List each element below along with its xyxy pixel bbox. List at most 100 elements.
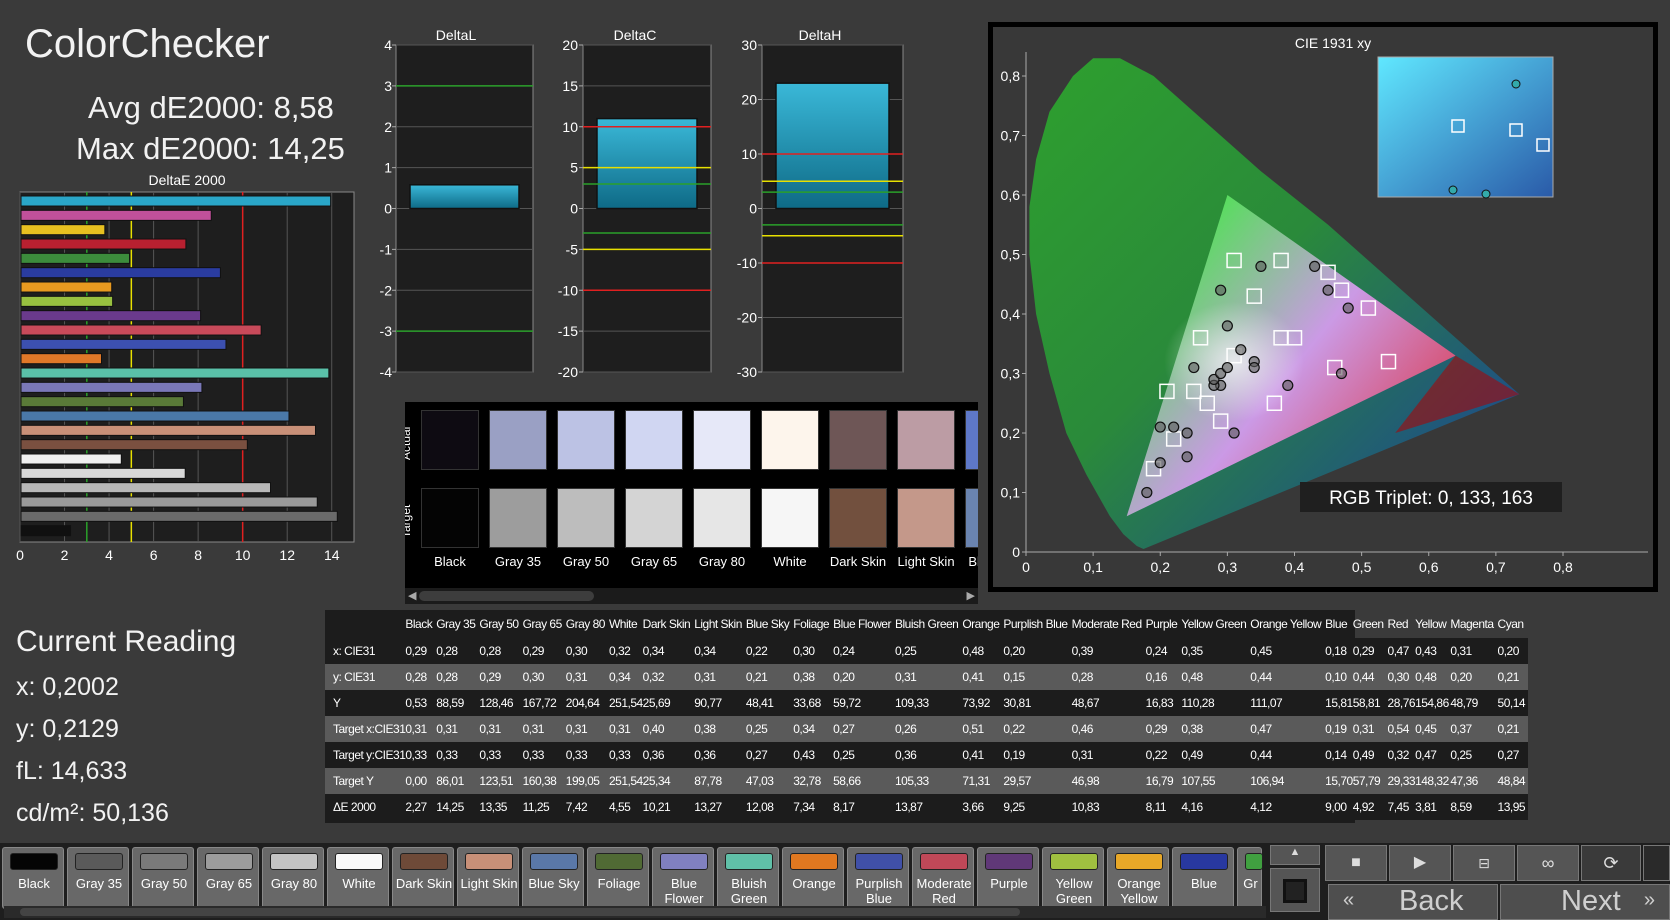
table-cell: 8,17 [833, 794, 895, 820]
patch-color-chip [75, 853, 123, 870]
next-chevron-icon: » [1643, 889, 1655, 911]
cie-y-tick: 0,2 [1001, 425, 1021, 441]
reading-fl: fL: 14,633 [16, 757, 128, 785]
patch-button[interactable]: White [327, 847, 389, 909]
scroll-left-icon[interactable]: ◀ [408, 589, 416, 602]
swatch-scroll-thumb[interactable] [419, 591, 594, 601]
deltae-bar [20, 338, 227, 350]
table-cell: 58,66 [833, 768, 895, 794]
column-header: Foliage [793, 617, 830, 631]
deltae-bar [20, 310, 202, 322]
table-cell: 0,34 [608, 664, 643, 690]
patch-scroll-thumb[interactable] [20, 908, 1020, 916]
patch-button[interactable]: Blue Sky [522, 847, 584, 909]
patch-button[interactable]: Dark Skin [392, 847, 454, 909]
table-cell: 0,24 [1145, 638, 1182, 664]
patch-button[interactable]: Bluish Green [717, 847, 779, 909]
patch-button[interactable]: Light Skin [457, 847, 519, 909]
deltae-bar [20, 525, 72, 537]
table-cell: 3,81 [1415, 794, 1451, 820]
table-cell: 0,37 [1450, 716, 1498, 742]
delta-chart-title: DeltaH [799, 27, 842, 43]
table-cell: 0,38 [694, 716, 746, 742]
actual-swatch [829, 410, 887, 470]
swatch-scrollbar[interactable]: ◀ ▶ [405, 588, 978, 604]
table-cell: 107,55 [1181, 768, 1251, 794]
table-cell: 32,78 [793, 768, 834, 794]
actual-marker [1255, 260, 1267, 272]
table-row: Y 0,53 88,59 128,46 167,72 204,64 251,54 25,69 9… [325, 690, 1528, 716]
patch-button[interactable]: Gray 50 [132, 847, 194, 909]
table-cell: 0,32 [642, 664, 695, 690]
delta-y-tick: 15 [562, 78, 578, 94]
table-cell: 0,44 [1250, 664, 1326, 690]
patch-button[interactable]: Gr [1237, 847, 1263, 909]
stop-icon: ■ [1351, 854, 1361, 871]
patch-scrollbar[interactable] [4, 906, 1266, 918]
deltae-x-tick: 2 [61, 547, 69, 563]
refresh-icon: ⟳ [1603, 853, 1619, 873]
patch-button[interactable]: Foliage [587, 847, 649, 909]
table-cell: 0,29 [522, 638, 566, 664]
patch-label: Moderate Red [916, 876, 972, 906]
white-point-glow [1164, 301, 1305, 422]
scroll-right-icon[interactable]: ▶ [967, 589, 975, 602]
table-row: Target Y 0,00 86,01 123,51 160,38 199,05 251,5… [325, 768, 1528, 794]
deltae-bar [20, 381, 203, 393]
table-cell: 4,12 [1250, 794, 1326, 820]
patch-button[interactable]: Gray 65 [197, 847, 259, 909]
table-cell: 0,29 [1145, 716, 1182, 742]
step-icon: ⊟ [1478, 855, 1490, 871]
patch-button[interactable]: Orange Yellow [1107, 847, 1169, 909]
delta-y-tick: -1 [380, 241, 392, 257]
cie-x-tick: 0,6 [1419, 559, 1439, 575]
patch-button[interactable]: Moderate Red [912, 847, 974, 909]
stop-button[interactable]: ■ [1325, 845, 1387, 881]
table-cell: 3,66 [962, 794, 1004, 820]
table-cell: 0,18 [1325, 638, 1353, 664]
patch-label: Foliage [597, 876, 641, 891]
column-header: Gray 65 [522, 617, 563, 631]
delta-bar [409, 184, 520, 210]
swatch-label: Light Skin [897, 554, 955, 569]
table-cell: 14,25 [436, 794, 480, 820]
table-cell: 0,40 [642, 716, 695, 742]
patch-label: Blue [1190, 876, 1218, 891]
record-button[interactable] [1643, 845, 1670, 881]
table-cell: 0,33 [436, 742, 480, 768]
cie-x-tick: 0,4 [1285, 559, 1305, 575]
table-cell: 10,83 [1071, 794, 1146, 820]
patch-color-chip [1050, 853, 1098, 870]
table-cell: 0,31 [608, 716, 643, 742]
patch-button[interactable]: Purple [977, 847, 1039, 909]
patch-button[interactable]: Yellow Green [1042, 847, 1104, 909]
patch-button[interactable]: Gray 80 [262, 847, 324, 909]
table-cell: 16,83 [1145, 690, 1182, 716]
table-cell: 0,48 [1415, 664, 1451, 690]
eject-button[interactable]: ▲ [1270, 845, 1320, 865]
step-button[interactable]: ⊟ [1453, 845, 1515, 881]
table-cell: 0,00 [405, 768, 437, 794]
patch-button[interactable]: Blue [1172, 847, 1234, 909]
patch-button[interactable]: Black [2, 847, 64, 909]
refresh-button[interactable]: ⟳ [1581, 845, 1641, 881]
table-cell: 0,30 [1387, 664, 1416, 690]
back-button[interactable]: « Back [1328, 884, 1498, 920]
loop-button[interactable]: ∞ [1517, 845, 1579, 881]
patch-button[interactable]: Gray 35 [67, 847, 129, 909]
patch-button[interactable]: Blue Flower [652, 847, 714, 909]
table-cell: 11,25 [522, 794, 566, 820]
row-label: Target x:CIE31 [325, 716, 406, 742]
play-button[interactable]: ▶ [1389, 845, 1451, 881]
delta-y-tick: -10 [737, 255, 757, 271]
actual-marker [1235, 344, 1247, 356]
table-cell: 199,05 [565, 768, 609, 794]
next-button[interactable]: Next » [1500, 884, 1670, 920]
patch-button[interactable]: Purplish Blue [847, 847, 909, 909]
patch-button[interactable]: Orange [782, 847, 844, 909]
table-cell: 123,51 [479, 768, 523, 794]
deltae-bar [20, 510, 338, 522]
table-cell: 30,81 [1003, 690, 1072, 716]
stop-large-button[interactable] [1270, 868, 1320, 912]
table-cell: 0,38 [1181, 716, 1251, 742]
